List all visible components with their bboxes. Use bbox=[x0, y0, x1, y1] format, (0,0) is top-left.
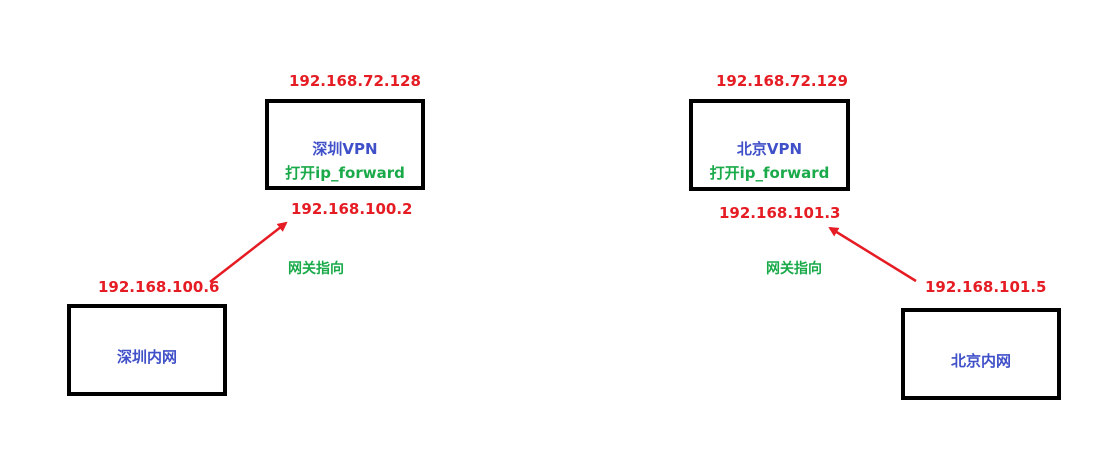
beijing-gateway-arrow bbox=[828, 226, 917, 283]
shenzhen-gateway-arrow bbox=[209, 221, 288, 283]
gateway-arrows bbox=[209, 221, 917, 283]
